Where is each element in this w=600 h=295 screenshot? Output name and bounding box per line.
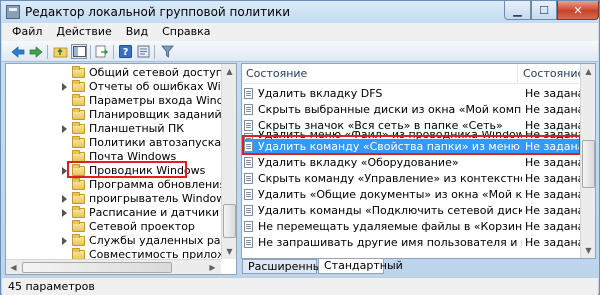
minimize-button[interactable]: ▁: [504, 1, 531, 20]
help-icon[interactable]: ?: [117, 44, 133, 59]
menu-bar: Файл Действие Вид Справка: [2, 23, 598, 41]
folder-icon: [72, 206, 85, 218]
properties-icon[interactable]: [135, 44, 151, 59]
forward-arrow-icon[interactable]: [28, 44, 44, 59]
policy-setting-icon: [244, 205, 253, 216]
policy-row[interactable]: Удалить команды «Подключить сетевой диск…: [242, 203, 584, 218]
policy-setting-icon: [244, 104, 253, 115]
list-vertical-scrollbar[interactable]: ▲ ▼: [580, 64, 595, 258]
menu-action[interactable]: Действие: [49, 23, 118, 41]
scroll-down-icon[interactable]: ▼: [581, 243, 595, 258]
close-button[interactable]: ✕: [557, 1, 599, 20]
status-bar: 45 параметров: [2, 277, 598, 295]
expand-arrow-icon[interactable]: [62, 209, 67, 217]
scroll-thumb[interactable]: [223, 204, 236, 238]
folder-icon: [72, 178, 85, 190]
menu-help[interactable]: Справка: [155, 23, 217, 41]
column-header-state[interactable]: Состояние: [519, 64, 584, 84]
policy-setting-icon: [244, 88, 253, 99]
policy-setting-icon: [244, 221, 253, 232]
tab-standard[interactable]: Стандартный: [318, 259, 403, 274]
status-text: 45 параметров: [8, 280, 95, 293]
menu-file[interactable]: Файл: [2, 23, 49, 41]
column-header-name[interactable]: Состояние: [242, 64, 518, 84]
scroll-up-icon[interactable]: ▲: [581, 64, 595, 79]
filter-icon[interactable]: [159, 44, 175, 59]
policy-setting-icon: [244, 173, 253, 184]
scroll-right-icon[interactable]: ▶: [205, 260, 220, 274]
folder-icon: [72, 192, 85, 204]
folder-icon: [72, 94, 85, 106]
policy-setting-icon: [244, 157, 253, 168]
selected-row-highlight: [242, 135, 581, 155]
folder-icon: [72, 122, 85, 134]
tree-horizontal-scrollbar[interactable]: ◀ ▶: [6, 259, 221, 274]
folder-icon: [72, 136, 85, 148]
show-hide-tree-icon[interactable]: [71, 44, 87, 59]
policy-row[interactable]: Удалить «Общие документы» из окна «Мой к…: [242, 187, 584, 202]
policy-row[interactable]: Скрыть выбранные диски из окна «Мой комп…: [242, 102, 584, 117]
tab-extended[interactable]: Расширенный: [242, 259, 329, 274]
tree-vertical-scrollbar[interactable]: ▲ ▼: [221, 64, 236, 259]
scroll-thumb[interactable]: [582, 140, 595, 188]
scroll-left-icon[interactable]: ◀: [6, 260, 21, 274]
tree-pane[interactable]: Общий сетевой доступ Отчеты об ошибках W…: [5, 63, 237, 275]
policy-row[interactable]: Удалить вкладку DFS Не задана: [242, 86, 584, 101]
scroll-down-icon[interactable]: ▼: [222, 244, 236, 259]
expand-arrow-icon[interactable]: [62, 83, 67, 91]
export-list-icon[interactable]: [94, 44, 110, 59]
group-policy-editor-window: Редактор локальной групповой политики ▁ …: [0, 0, 600, 295]
policy-list-pane[interactable]: Состояние Состояние Удалить вкладку DFS …: [241, 63, 596, 259]
folder-icon: [72, 220, 85, 232]
policy-setting-icon: [244, 189, 253, 200]
expand-arrow-icon[interactable]: [62, 237, 67, 245]
policy-setting-icon: [244, 120, 253, 131]
menu-view[interactable]: Вид: [119, 23, 155, 41]
policy-row[interactable]: Скрыть команду «Управление» из контекстн…: [242, 171, 584, 186]
folder-icon: [72, 108, 85, 120]
policy-row[interactable]: Не запрашивать другие имя пользователя и…: [242, 235, 584, 250]
expand-arrow-icon[interactable]: [62, 125, 67, 133]
toolbar: ?: [2, 41, 598, 62]
window-title: Редактор локальной групповой политики: [25, 5, 291, 19]
scroll-thumb[interactable]: [22, 262, 172, 273]
policy-row[interactable]: Удалить вкладку «Оборудование» Не задана: [242, 155, 584, 170]
folder-icon: [72, 80, 85, 92]
back-arrow-icon[interactable]: [10, 44, 26, 59]
app-icon: [6, 5, 20, 19]
selected-item-highlight: [67, 161, 187, 178]
policy-setting-icon: [244, 237, 253, 248]
svg-text:?: ?: [122, 47, 128, 58]
policy-row[interactable]: Не перемещать удаляемые файлы в «Корзину…: [242, 219, 584, 234]
up-folder-icon[interactable]: [52, 44, 68, 59]
folder-icon: [72, 66, 85, 78]
expand-arrow-icon[interactable]: [62, 195, 67, 203]
title-bar[interactable]: Редактор локальной групповой политики ▁ …: [1, 1, 599, 23]
maximize-button[interactable]: ☐: [531, 1, 557, 20]
scroll-up-icon[interactable]: ▲: [222, 64, 236, 79]
folder-icon: [72, 234, 85, 246]
